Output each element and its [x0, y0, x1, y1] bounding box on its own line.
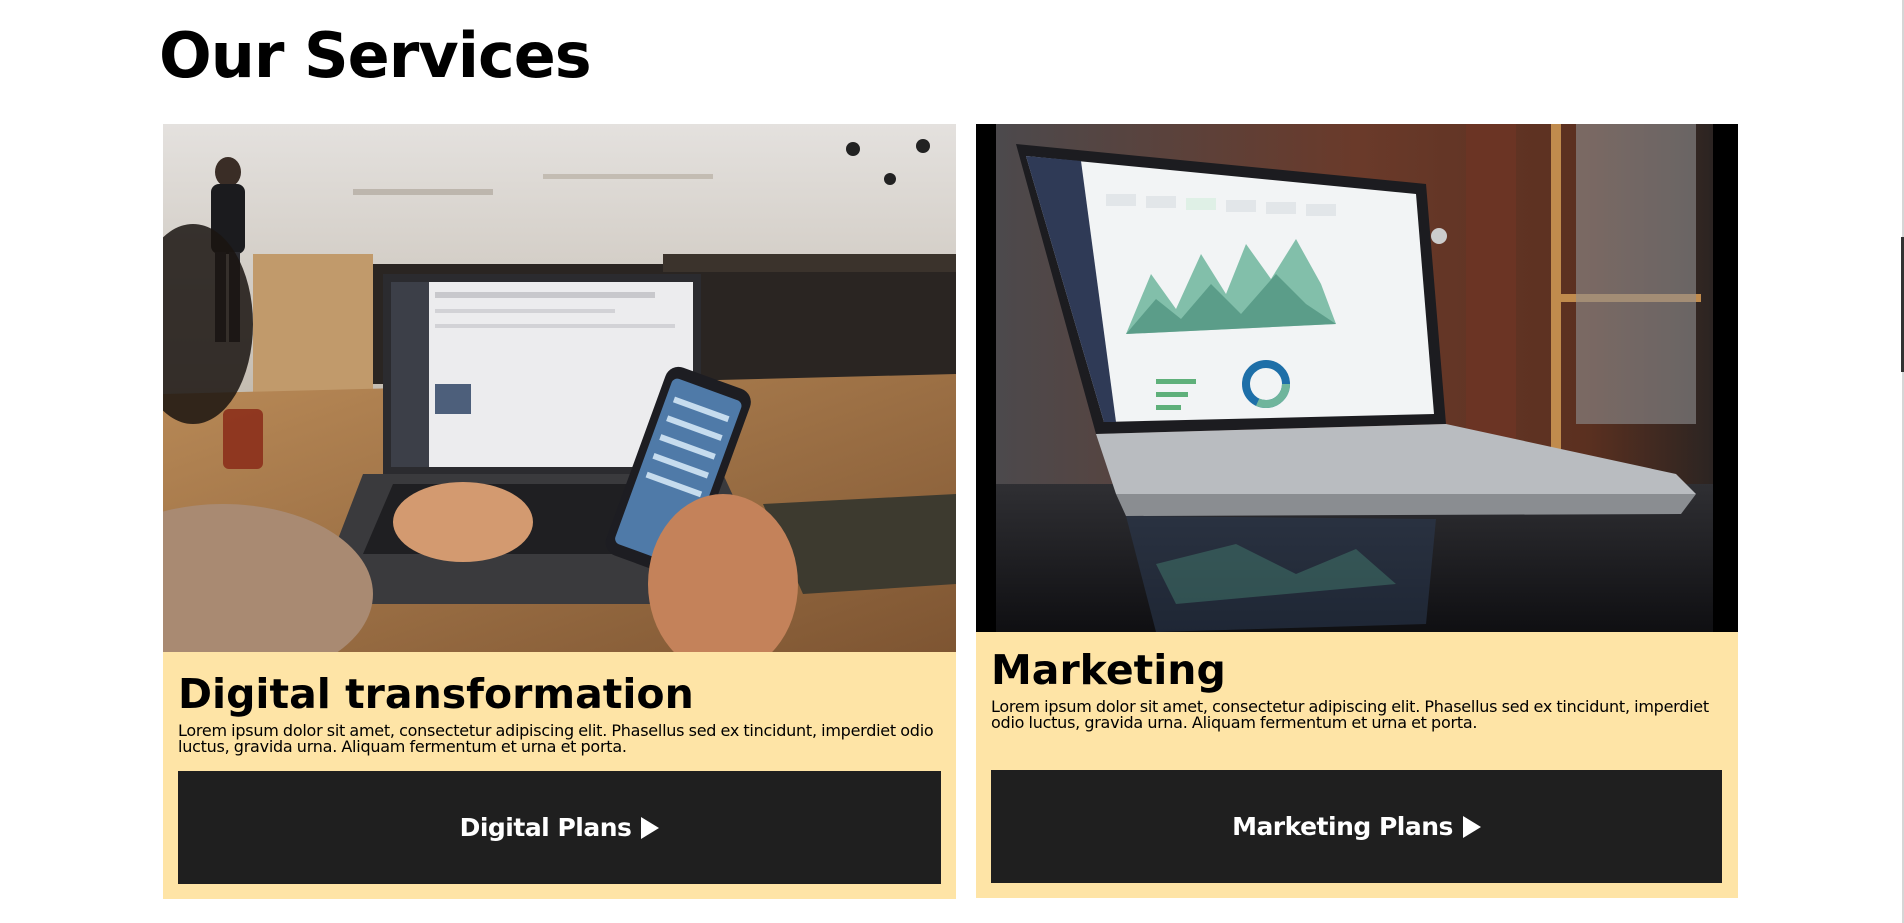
button-label: Marketing Plans: [1232, 812, 1453, 841]
laptop-phone-photo: [163, 124, 956, 652]
card-body: Digital transformation Lorem ipsum dolor…: [163, 652, 956, 755]
service-image-digital: [163, 124, 956, 652]
play-icon: [1462, 815, 1481, 838]
service-image-marketing: [976, 124, 1738, 632]
marketing-plans-button[interactable]: Marketing Plans: [991, 770, 1722, 883]
laptop-analytics-photo: [976, 124, 1738, 632]
card-description: Lorem ipsum dolor sit amet, consectetur …: [178, 721, 934, 756]
button-label: Digital Plans: [459, 813, 632, 842]
card-heading: Digital transformation: [178, 670, 694, 718]
card-heading: Marketing: [991, 646, 1226, 694]
card-body: Marketing Lorem ipsum dolor sit amet, co…: [976, 632, 1738, 731]
page-title: Our Services: [159, 19, 592, 92]
digital-plans-button[interactable]: Digital Plans: [178, 771, 941, 884]
service-card-marketing: Marketing Lorem ipsum dolor sit amet, co…: [976, 124, 1738, 898]
card-description: Lorem ipsum dolor sit amet, consectetur …: [991, 697, 1709, 732]
service-card-digital: Digital transformation Lorem ipsum dolor…: [163, 124, 956, 899]
services-page: Our Services Digital transformation Lore…: [0, 0, 1904, 923]
play-icon: [641, 816, 660, 839]
